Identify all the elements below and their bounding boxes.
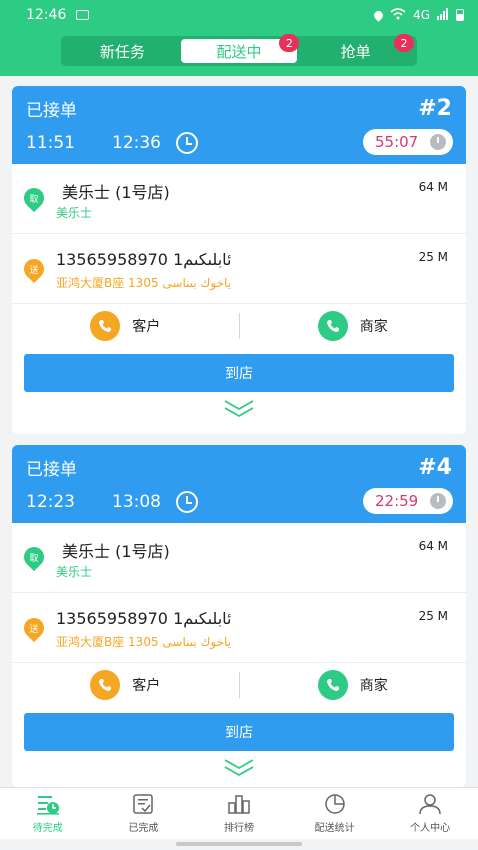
count-badge: 2 bbox=[279, 34, 300, 52]
countdown-timer: 22:59 bbox=[363, 488, 453, 514]
shop-brand: 美乐士 bbox=[56, 565, 93, 579]
pin-label: 送 bbox=[29, 624, 39, 635]
status-time: 12:46 bbox=[26, 7, 67, 23]
pickup-pin-icon: 取 bbox=[19, 183, 49, 213]
chevron-double-down-icon bbox=[224, 400, 254, 418]
shop-name: 美乐士 (1号店) bbox=[62, 542, 170, 561]
pending-icon bbox=[36, 796, 59, 815]
tab-delivering[interactable]: 配送中 2 bbox=[180, 34, 300, 63]
delivery-row[interactable]: 送 13565958970 ئابلىكىم1 亚鸿大厦B座 1305 ياخو… bbox=[12, 593, 466, 663]
delivery-address: 亚鸿大厦B座 1305 ياخوك بىناسى bbox=[56, 635, 232, 649]
completed-icon bbox=[133, 794, 154, 814]
order-card: 已接单 #2 11:51 12:36 55:07 取 美乐士 (1号店) 美乐士… bbox=[12, 86, 466, 434]
pickup-distance: 64 M bbox=[418, 539, 448, 553]
pickup-distance: 64 M bbox=[418, 180, 448, 194]
tab-grab-order[interactable]: 抢单 2 bbox=[297, 34, 415, 63]
nav-label: 配送统计 bbox=[314, 823, 355, 834]
order-tabs: 新任务 配送中 2 抢单 2 bbox=[61, 34, 417, 66]
top-header: 12:46 4G 新任务 配送中 2 抢单 2 bbox=[0, 0, 478, 76]
customer-phone: 13565958970 ئابلىكىم1 bbox=[56, 609, 232, 628]
order-status: 已接单 bbox=[26, 460, 77, 480]
clock-icon bbox=[176, 491, 198, 513]
tab-label: 配送中 bbox=[216, 42, 262, 61]
statistics-icon bbox=[324, 794, 345, 814]
delivery-pin-icon: 送 bbox=[19, 613, 49, 643]
end-time: 12:36 bbox=[112, 133, 161, 153]
wifi-icon bbox=[390, 7, 406, 23]
nav-completed[interactable]: 已完成 bbox=[96, 788, 192, 839]
signal-label: 4G bbox=[413, 8, 430, 22]
delivery-row[interactable]: 送 13565958970 ئابلىكىم1 亚鸿大厦B座 1305 ياخو… bbox=[12, 234, 466, 304]
nav-label: 待完成 bbox=[32, 823, 63, 834]
status-bar: 12:46 4G bbox=[0, 0, 478, 30]
pin-label: 取 bbox=[29, 194, 39, 205]
delivery-address: 亚鸿大厦B座 1305 ياخوك بىناسى bbox=[56, 276, 232, 290]
ranking-icon bbox=[228, 795, 250, 814]
chevron-double-down-icon bbox=[224, 759, 254, 777]
nav-pending[interactable]: 待完成 bbox=[0, 788, 96, 839]
timer-icon bbox=[430, 493, 446, 509]
order-card-header: 已接单 #2 11:51 12:36 55:07 bbox=[12, 86, 466, 164]
end-time: 13:08 bbox=[112, 492, 161, 512]
tab-label: 抢单 bbox=[340, 42, 371, 61]
pickup-row[interactable]: 取 美乐士 (1号店) 美乐士 64 M bbox=[12, 523, 466, 593]
contact-label: 商家 bbox=[359, 678, 388, 694]
order-status: 已接单 bbox=[26, 101, 77, 121]
expand-button[interactable] bbox=[12, 392, 466, 426]
call-merchant-button[interactable]: 商家 bbox=[240, 670, 467, 700]
nav-label: 排行榜 bbox=[223, 823, 254, 834]
delivery-distance: 25 M bbox=[418, 250, 448, 264]
order-number: #4 bbox=[418, 455, 452, 480]
start-time: 11:51 bbox=[26, 133, 75, 153]
pickup-pin-icon: 取 bbox=[19, 542, 49, 572]
call-merchant-button[interactable]: 商家 bbox=[240, 311, 467, 341]
profile-icon bbox=[419, 794, 441, 815]
contact-label: 客户 bbox=[132, 319, 161, 335]
phone-icon bbox=[90, 311, 121, 341]
start-time: 12:23 bbox=[26, 492, 75, 512]
location-icon bbox=[372, 8, 385, 22]
nav-statistics[interactable]: 配送统计 bbox=[287, 788, 383, 839]
delivery-distance: 25 M bbox=[418, 609, 448, 623]
order-number: #2 bbox=[418, 96, 452, 121]
arrive-store-button[interactable]: 到店 bbox=[24, 713, 454, 751]
arrive-store-button[interactable]: 到店 bbox=[24, 354, 454, 392]
nav-label: 个人中心 bbox=[410, 823, 451, 834]
shop-name: 美乐士 (1号店) bbox=[62, 183, 170, 202]
bottom-nav: 待完成 已完成 排行榜 配送统计 个人中心 bbox=[0, 787, 478, 839]
pickup-row[interactable]: 取 美乐士 (1号店) 美乐士 64 M bbox=[12, 164, 466, 234]
battery-icon bbox=[456, 9, 464, 21]
tab-new-task[interactable]: 新任务 bbox=[64, 39, 181, 63]
clock-icon bbox=[176, 132, 198, 154]
call-customer-button[interactable]: 客户 bbox=[12, 311, 239, 341]
expand-button[interactable] bbox=[12, 751, 466, 785]
phone-icon bbox=[317, 311, 348, 341]
nav-profile[interactable]: 个人中心 bbox=[382, 788, 478, 839]
contact-bar: 客户 商家 bbox=[12, 663, 466, 707]
delivery-pin-icon: 送 bbox=[19, 254, 49, 284]
home-indicator[interactable] bbox=[176, 842, 302, 846]
timer-icon bbox=[430, 134, 446, 150]
countdown-timer: 55:07 bbox=[363, 129, 453, 155]
phone-icon bbox=[90, 670, 121, 700]
pin-label: 取 bbox=[29, 553, 39, 564]
nav-ranking[interactable]: 排行榜 bbox=[191, 788, 287, 839]
count-badge: 2 bbox=[394, 34, 415, 52]
countdown-value: 22:59 bbox=[375, 492, 419, 510]
customer-phone: 13565958970 ئابلىكىم1 bbox=[56, 250, 232, 269]
contact-label: 商家 bbox=[359, 319, 388, 335]
nav-label: 已完成 bbox=[128, 823, 159, 834]
contact-label: 客户 bbox=[132, 678, 161, 694]
countdown-value: 55:07 bbox=[375, 133, 419, 151]
call-customer-button[interactable]: 客户 bbox=[12, 670, 239, 700]
order-card-header: 已接单 #4 12:23 13:08 22:59 bbox=[12, 445, 466, 523]
contact-bar: 客户 商家 bbox=[12, 304, 466, 348]
order-card: 已接单 #4 12:23 13:08 22:59 取 美乐士 (1号店) 美乐士… bbox=[12, 445, 466, 787]
shop-brand: 美乐士 bbox=[56, 206, 93, 220]
phone-icon bbox=[317, 670, 348, 700]
tab-label: 新任务 bbox=[99, 42, 145, 61]
gallery-icon bbox=[76, 10, 90, 20]
signal-icon bbox=[437, 7, 449, 23]
pin-label: 送 bbox=[29, 265, 39, 276]
